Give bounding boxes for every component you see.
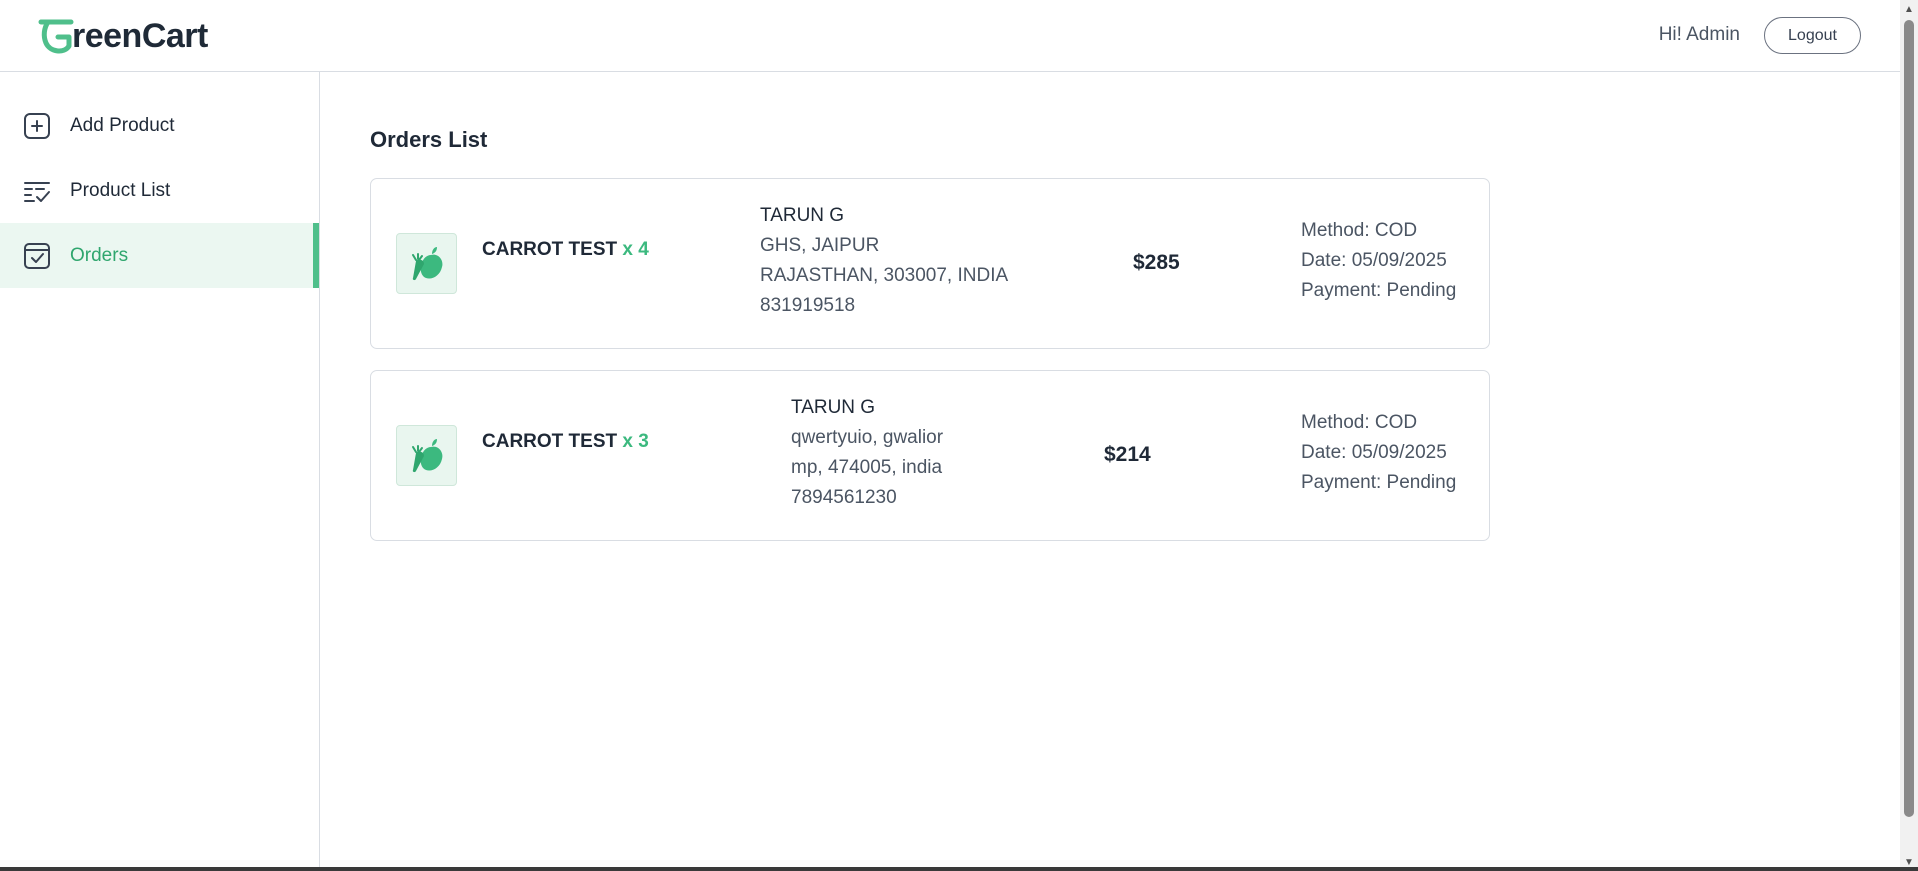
address-line-1: GHS, JAIPUR <box>760 235 880 256</box>
order-date: Date: 05/09/2025 <box>1301 442 1447 463</box>
product-name: CARROT TEST x 3 <box>482 431 649 453</box>
customer-phone: 831919518 <box>760 295 856 316</box>
address-line-1: qwertyuio, gwalior <box>791 427 944 448</box>
page-title: Orders List <box>370 127 488 152</box>
product-title: CARROT TEST <box>482 431 618 452</box>
order-meta: Method: COD Date: 05/09/2025 Payment: Pe… <box>1301 216 1456 306</box>
payment-status: Payment: Pending <box>1301 280 1457 301</box>
greencart-logo[interactable]: reenCart <box>38 14 208 58</box>
customer-name: TARUN G <box>760 205 845 226</box>
product-quantity: x 3 <box>622 431 649 452</box>
list-check-icon <box>24 181 50 202</box>
sidebar: Add Product Product List Orders <box>0 72 320 867</box>
produce-box-icon <box>411 438 442 472</box>
sidebar-item-label: Orders <box>70 244 129 266</box>
shipping-address: TARUN G GHS, JAIPUR RAJASTHAN, 303007, I… <box>760 201 1008 321</box>
sidebar-item-product-list[interactable]: Product List <box>0 158 319 223</box>
scrollbar-thumb[interactable] <box>1904 20 1914 817</box>
sidebar-item-label: Product List <box>70 179 171 201</box>
window-bottom-edge <box>0 867 1918 871</box>
product-thumbnail <box>396 425 457 486</box>
top-header: reenCart Hi! Admin Logout <box>0 0 1900 72</box>
logo-text: reenCart <box>72 16 208 55</box>
order-amount: $214 <box>1104 443 1151 466</box>
address-line-2: RAJASTHAN, 303007, INDIA <box>760 265 1009 286</box>
product-name: CARROT TEST x 4 <box>482 239 649 261</box>
sidebar-item-add-product[interactable]: Add Product <box>0 93 319 158</box>
payment-method: Method: COD <box>1301 220 1418 241</box>
vertical-scrollbar[interactable]: ▲ ▼ <box>1900 0 1918 871</box>
app-window: reenCart Hi! Admin Logout Add Product Pr… <box>0 0 1900 867</box>
sidebar-item-label: Add Product <box>70 114 175 136</box>
logout-button[interactable]: Logout <box>1764 17 1861 54</box>
scroll-up-arrow-icon[interactable]: ▲ <box>1900 0 1918 18</box>
produce-box-icon <box>411 246 442 280</box>
customer-name: TARUN G <box>791 397 876 418</box>
payment-method: Method: COD <box>1301 412 1418 433</box>
order-card: CARROT TEST x 3 TARUN G qwertyuio, gwali… <box>370 370 1490 541</box>
box-check-icon <box>24 242 50 269</box>
order-date: Date: 05/09/2025 <box>1301 250 1447 271</box>
customer-phone: 7894561230 <box>791 487 897 508</box>
product-quantity: x 4 <box>622 239 649 260</box>
payment-status: Payment: Pending <box>1301 472 1457 493</box>
order-card: CARROT TEST x 4 TARUN G GHS, JAIPUR RAJA… <box>370 178 1490 349</box>
order-meta: Method: COD Date: 05/09/2025 Payment: Pe… <box>1301 408 1456 498</box>
admin-greeting: Hi! Admin <box>1658 24 1740 45</box>
add-square-icon <box>24 112 50 139</box>
logo-g-icon <box>38 19 74 54</box>
product-thumbnail <box>396 233 457 294</box>
order-amount: $285 <box>1133 251 1180 274</box>
product-title: CARROT TEST <box>482 239 618 260</box>
sidebar-item-orders[interactable]: Orders <box>0 223 319 288</box>
address-line-2: mp, 474005, india <box>791 457 943 478</box>
shipping-address: TARUN G qwertyuio, gwalior mp, 474005, i… <box>791 393 943 513</box>
